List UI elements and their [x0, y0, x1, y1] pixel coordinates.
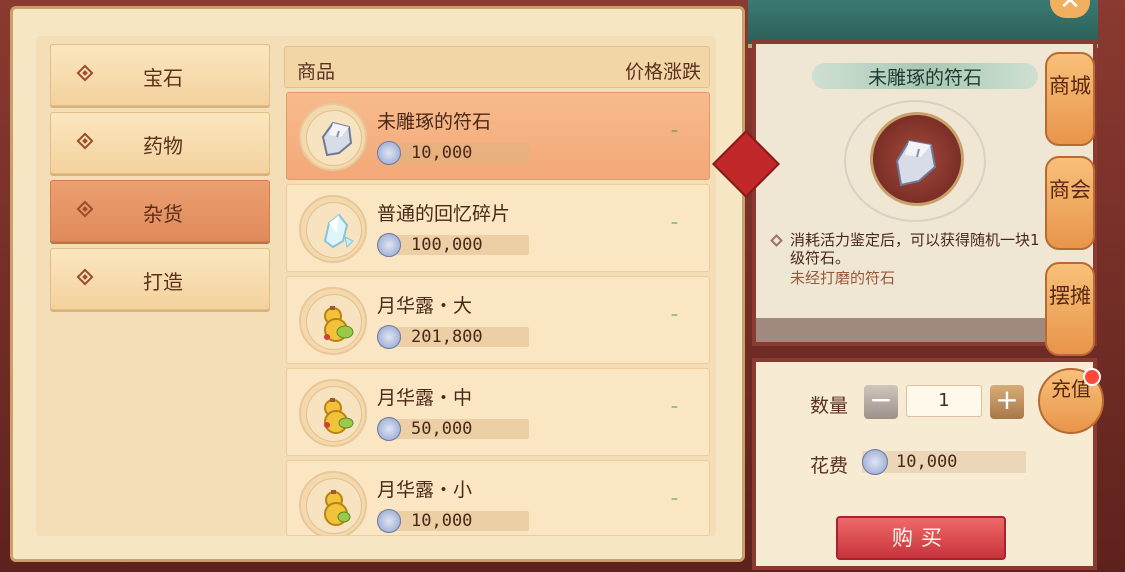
item-row[interactable]: 普通的回忆碎片 100,000 – [286, 184, 710, 272]
item-subdescription: 未经打磨的符石 [790, 269, 896, 287]
gourd-potion-icon [324, 490, 351, 526]
silver-coin-icon [377, 325, 401, 349]
category-gems[interactable]: 宝石 [50, 44, 270, 106]
category-label: 药物 [143, 134, 183, 158]
category-medicine[interactable]: 药物 [50, 112, 270, 174]
tab-chamber[interactable]: 商会 [1045, 156, 1095, 250]
diamond-icon [76, 268, 94, 286]
decrease-quantity-button[interactable]: − [864, 385, 898, 419]
silver-coin-icon [377, 233, 401, 257]
quantity-label: 数量 [810, 395, 849, 417]
crystal-shard-icon [323, 213, 354, 249]
tab-label: 商会 [1049, 178, 1091, 202]
gourd-potion-icon [324, 306, 354, 342]
cost-label: 花费 [810, 455, 849, 477]
cost-value: 10,000 [896, 452, 958, 472]
buy-button[interactable]: 购买 [836, 516, 1006, 560]
rune-stone-icon [321, 121, 353, 157]
rune-stone-icon [895, 139, 937, 187]
item-table-header: 商品 价格涨跌 [284, 46, 710, 88]
silver-coin-icon [377, 417, 401, 441]
silver-coin-icon [377, 509, 401, 533]
item-price: 10,000 [411, 511, 473, 531]
tab-mall[interactable]: 商城 [1045, 52, 1095, 146]
silver-coin-icon [377, 141, 401, 165]
category-misc[interactable]: 杂货 [50, 180, 270, 242]
gourd-potion-icon [324, 398, 354, 434]
diamond-icon [76, 132, 94, 150]
item-icon-frame [299, 195, 367, 263]
item-price: 50,000 [411, 419, 473, 439]
item-icon-frame [299, 103, 367, 171]
price-change: – [671, 307, 678, 323]
detail-title: 未雕琢的符石 [867, 67, 982, 89]
item-row[interactable]: 月华露・大 201,800 – [286, 276, 710, 364]
item-name: 普通的回忆碎片 [377, 203, 511, 225]
column-header-item: 商品 [297, 61, 336, 83]
item-price: 10,000 [411, 143, 473, 163]
price-change: – [671, 215, 678, 231]
item-price: 201,800 [411, 327, 483, 347]
tab-stall[interactable]: 摆摊 [1045, 262, 1095, 356]
item-name: 月华露・小 [377, 479, 473, 501]
stage-floor [756, 318, 1093, 342]
price-change: – [671, 399, 678, 415]
item-row[interactable]: 月华露・小 10,000 – [286, 460, 710, 536]
tab-label: 摆摊 [1049, 284, 1091, 308]
category-forging[interactable]: 打造 [50, 248, 270, 310]
item-description: 消耗活力鉴定后，可以获得随机一块1级符石。 [790, 231, 1040, 267]
diamond-icon [76, 200, 94, 218]
category-label: 杂货 [143, 202, 183, 226]
item-icon-frame [299, 379, 367, 447]
detail-item-icon [870, 112, 964, 206]
price-change: – [671, 123, 678, 139]
item-name: 月华露・中 [377, 387, 473, 409]
item-name: 月华露・大 [377, 295, 473, 317]
price-change: – [671, 491, 678, 507]
notification-dot [1083, 368, 1101, 386]
item-row[interactable]: 月华露・中 50,000 – [286, 368, 710, 456]
column-header-change: 价格涨跌 [624, 61, 701, 83]
item-icon-frame [299, 471, 367, 535]
item-name: 未雕琢的符石 [377, 111, 492, 133]
increase-quantity-button[interactable]: + [990, 385, 1024, 419]
tab-label: 商城 [1049, 74, 1091, 98]
category-label: 宝石 [143, 66, 183, 90]
item-price: 100,000 [411, 235, 483, 255]
item-icon-frame [299, 287, 367, 355]
category-label: 打造 [143, 270, 183, 294]
silver-coin-icon [862, 449, 888, 475]
diamond-icon [76, 64, 94, 82]
item-row[interactable]: 未雕琢的符石 10,000 – [286, 92, 710, 180]
quantity-input[interactable]: 1 [906, 385, 982, 417]
